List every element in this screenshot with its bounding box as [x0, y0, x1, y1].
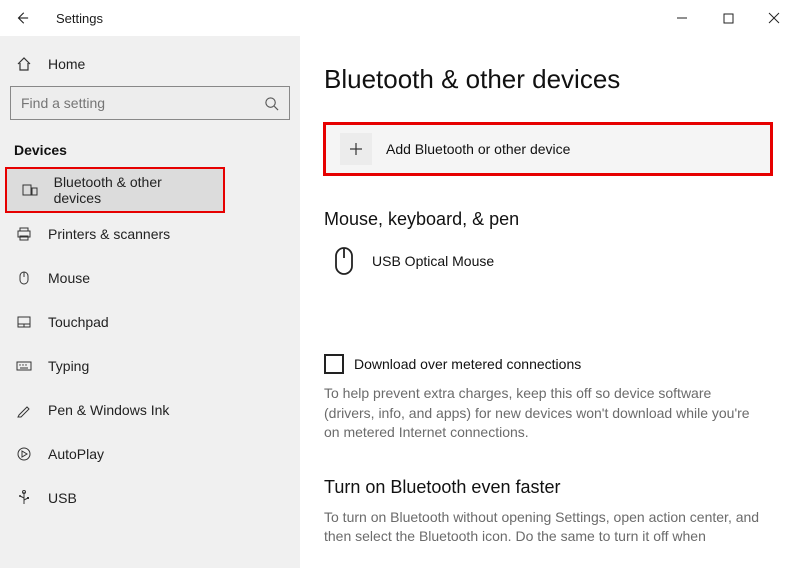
maximize-icon: [723, 13, 734, 24]
back-button[interactable]: [8, 4, 36, 32]
pen-icon: [14, 402, 34, 418]
usb-icon: [14, 490, 34, 506]
autoplay-icon: [14, 446, 34, 462]
sidebar-section-title: Devices: [0, 142, 300, 168]
metered-help-text: To help prevent extra charges, keep this…: [324, 384, 764, 443]
sidebar-item-touchpad[interactable]: Touchpad: [0, 300, 300, 344]
mouse-icon: [14, 270, 34, 286]
section-bluetooth-faster: Turn on Bluetooth even faster: [324, 477, 783, 498]
sidebar-item-label: Typing: [48, 358, 89, 374]
bluetooth-devices-icon: [20, 182, 40, 198]
section-mouse-keyboard-pen: Mouse, keyboard, & pen: [324, 209, 783, 230]
main-panel: Bluetooth & other devices Add Bluetooth …: [300, 36, 805, 568]
sidebar-item-typing[interactable]: Typing: [0, 344, 300, 388]
page-title: Bluetooth & other devices: [324, 64, 783, 95]
home-link[interactable]: Home: [0, 50, 300, 86]
sidebar-item-bluetooth[interactable]: Bluetooth & other devices: [6, 168, 224, 212]
sidebar-item-label: Bluetooth & other devices: [54, 174, 210, 206]
maximize-button[interactable]: [705, 3, 751, 33]
sidebar-item-mouse[interactable]: Mouse: [0, 256, 300, 300]
minimize-button[interactable]: [659, 3, 705, 33]
minimize-icon: [676, 12, 688, 24]
plus-icon: [340, 133, 372, 165]
window-title: Settings: [56, 11, 103, 26]
device-row[interactable]: USB Optical Mouse: [324, 242, 783, 294]
sidebar-item-label: Pen & Windows Ink: [48, 402, 169, 418]
search-icon: [264, 96, 279, 111]
metered-checkbox-label: Download over metered connections: [354, 356, 581, 372]
add-device-label: Add Bluetooth or other device: [386, 141, 570, 157]
search-input-wrap[interactable]: [10, 86, 290, 120]
mouse-device-icon: [332, 246, 356, 276]
bluetooth-faster-help: To turn on Bluetooth without opening Set…: [324, 508, 764, 547]
sidebar-item-autoplay[interactable]: AutoPlay: [0, 432, 300, 476]
sidebar-item-label: AutoPlay: [48, 446, 104, 462]
sidebar-item-label: USB: [48, 490, 77, 506]
touchpad-icon: [14, 314, 34, 330]
sidebar-item-pen[interactable]: Pen & Windows Ink: [0, 388, 300, 432]
sidebar-item-label: Touchpad: [48, 314, 109, 330]
sidebar-item-usb[interactable]: USB: [0, 476, 300, 520]
sidebar-item-label: Mouse: [48, 270, 90, 286]
home-label: Home: [48, 56, 85, 72]
sidebar-item-label: Printers & scanners: [48, 226, 170, 242]
metered-checkbox-row[interactable]: Download over metered connections: [324, 354, 783, 374]
add-device-button[interactable]: Add Bluetooth or other device: [324, 123, 772, 175]
sidebar-item-printers[interactable]: Printers & scanners: [0, 212, 300, 256]
sidebar: Home Devices Bluetooth & other devices P…: [0, 36, 300, 568]
device-label: USB Optical Mouse: [372, 253, 494, 269]
home-icon: [14, 56, 34, 72]
close-icon: [768, 12, 780, 24]
close-button[interactable]: [751, 3, 797, 33]
printer-icon: [14, 226, 34, 242]
search-input[interactable]: [21, 95, 264, 111]
metered-checkbox[interactable]: [324, 354, 344, 374]
titlebar: Settings: [0, 0, 805, 36]
back-arrow-icon: [15, 11, 29, 25]
keyboard-icon: [14, 358, 34, 374]
